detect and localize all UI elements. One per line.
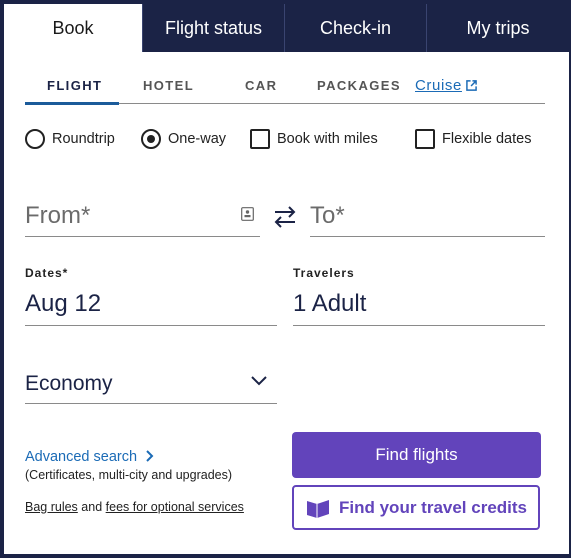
active-subtab-indicator <box>25 102 119 105</box>
chevron-down-icon[interactable] <box>250 375 268 387</box>
travelers-value: 1 Adult <box>293 290 367 317</box>
roundtrip-option[interactable]: Roundtrip <box>25 129 115 149</box>
advanced-search-subtext: (Certificates, multi-city and upgrades) <box>25 468 233 482</box>
dates-label: Dates* <box>25 266 69 280</box>
contact-card-icon[interactable] <box>241 207 254 221</box>
find-travel-credits-label: Find your travel credits <box>339 497 527 517</box>
from-field[interactable]: From* <box>25 194 260 237</box>
subtab-car[interactable]: CAR <box>245 78 277 93</box>
booking-panel: Book Flight status Check-in My trips FLI… <box>4 4 569 554</box>
tab-flight-status[interactable]: Flight status <box>142 4 284 52</box>
sub-tabs: FLIGHT HOTEL CAR PACKAGES Cruise <box>25 70 545 105</box>
tab-book[interactable]: Book <box>4 4 142 52</box>
bag-and-text: and <box>81 500 103 514</box>
tab-my-trips[interactable]: My trips <box>426 4 569 52</box>
external-link-icon <box>466 80 477 91</box>
travelers-label: Travelers <box>293 266 355 280</box>
find-flights-label: Find flights <box>375 445 458 464</box>
oneway-label: One-way <box>168 131 227 147</box>
flexible-dates-label: Flexible dates <box>442 131 532 147</box>
book-with-miles-option[interactable]: Book with miles <box>250 129 378 149</box>
flexible-dates-checkbox[interactable] <box>415 129 435 149</box>
tab-check-in[interactable]: Check-in <box>284 4 426 52</box>
oneway-option[interactable]: One-way <box>141 129 226 149</box>
book-with-miles-label: Book with miles <box>277 131 378 147</box>
wallet-book-icon <box>307 499 329 518</box>
main-tabs: Book Flight status Check-in My trips <box>4 4 569 52</box>
travelers-field[interactable]: Travelers 1 Adult <box>293 266 545 326</box>
cabin-select[interactable]: Economy <box>25 366 277 404</box>
roundtrip-label: Roundtrip <box>52 131 115 147</box>
advanced-search-link[interactable]: Advanced search <box>25 449 155 465</box>
bag-info: Bag rules and fees for optional services <box>25 500 244 514</box>
flexible-dates-option[interactable]: Flexible dates <box>415 129 531 149</box>
subtab-flight[interactable]: FLIGHT <box>47 78 102 93</box>
to-field[interactable]: To* <box>310 194 545 237</box>
to-placeholder: To* <box>310 202 345 229</box>
bag-rules-link[interactable]: Bag rules <box>25 500 78 514</box>
advanced-search-label: Advanced search <box>25 449 138 465</box>
widget-frame: Book Flight status Check-in My trips FLI… <box>0 0 571 558</box>
cruise-label: Cruise <box>415 77 462 94</box>
oneway-radio[interactable] <box>141 129 161 149</box>
dates-value: Aug 12 <box>25 290 102 317</box>
book-with-miles-checkbox[interactable] <box>250 129 270 149</box>
subtab-packages[interactable]: PACKAGES <box>317 78 401 93</box>
fees-link[interactable]: fees for optional services <box>106 500 244 514</box>
roundtrip-radio[interactable] <box>25 129 45 149</box>
find-travel-credits-button[interactable]: Find your travel credits <box>292 485 540 530</box>
subtab-cruise-link[interactable]: Cruise <box>415 77 477 94</box>
subtab-hotel[interactable]: HOTEL <box>143 78 194 93</box>
find-flights-button[interactable]: Find flights <box>292 432 541 478</box>
cabin-value: Economy <box>25 372 113 395</box>
chevron-right-icon <box>146 450 154 462</box>
swap-icon[interactable] <box>272 204 298 230</box>
dates-field[interactable]: Dates* Aug 12 <box>25 266 277 326</box>
from-placeholder: From* <box>25 202 91 229</box>
